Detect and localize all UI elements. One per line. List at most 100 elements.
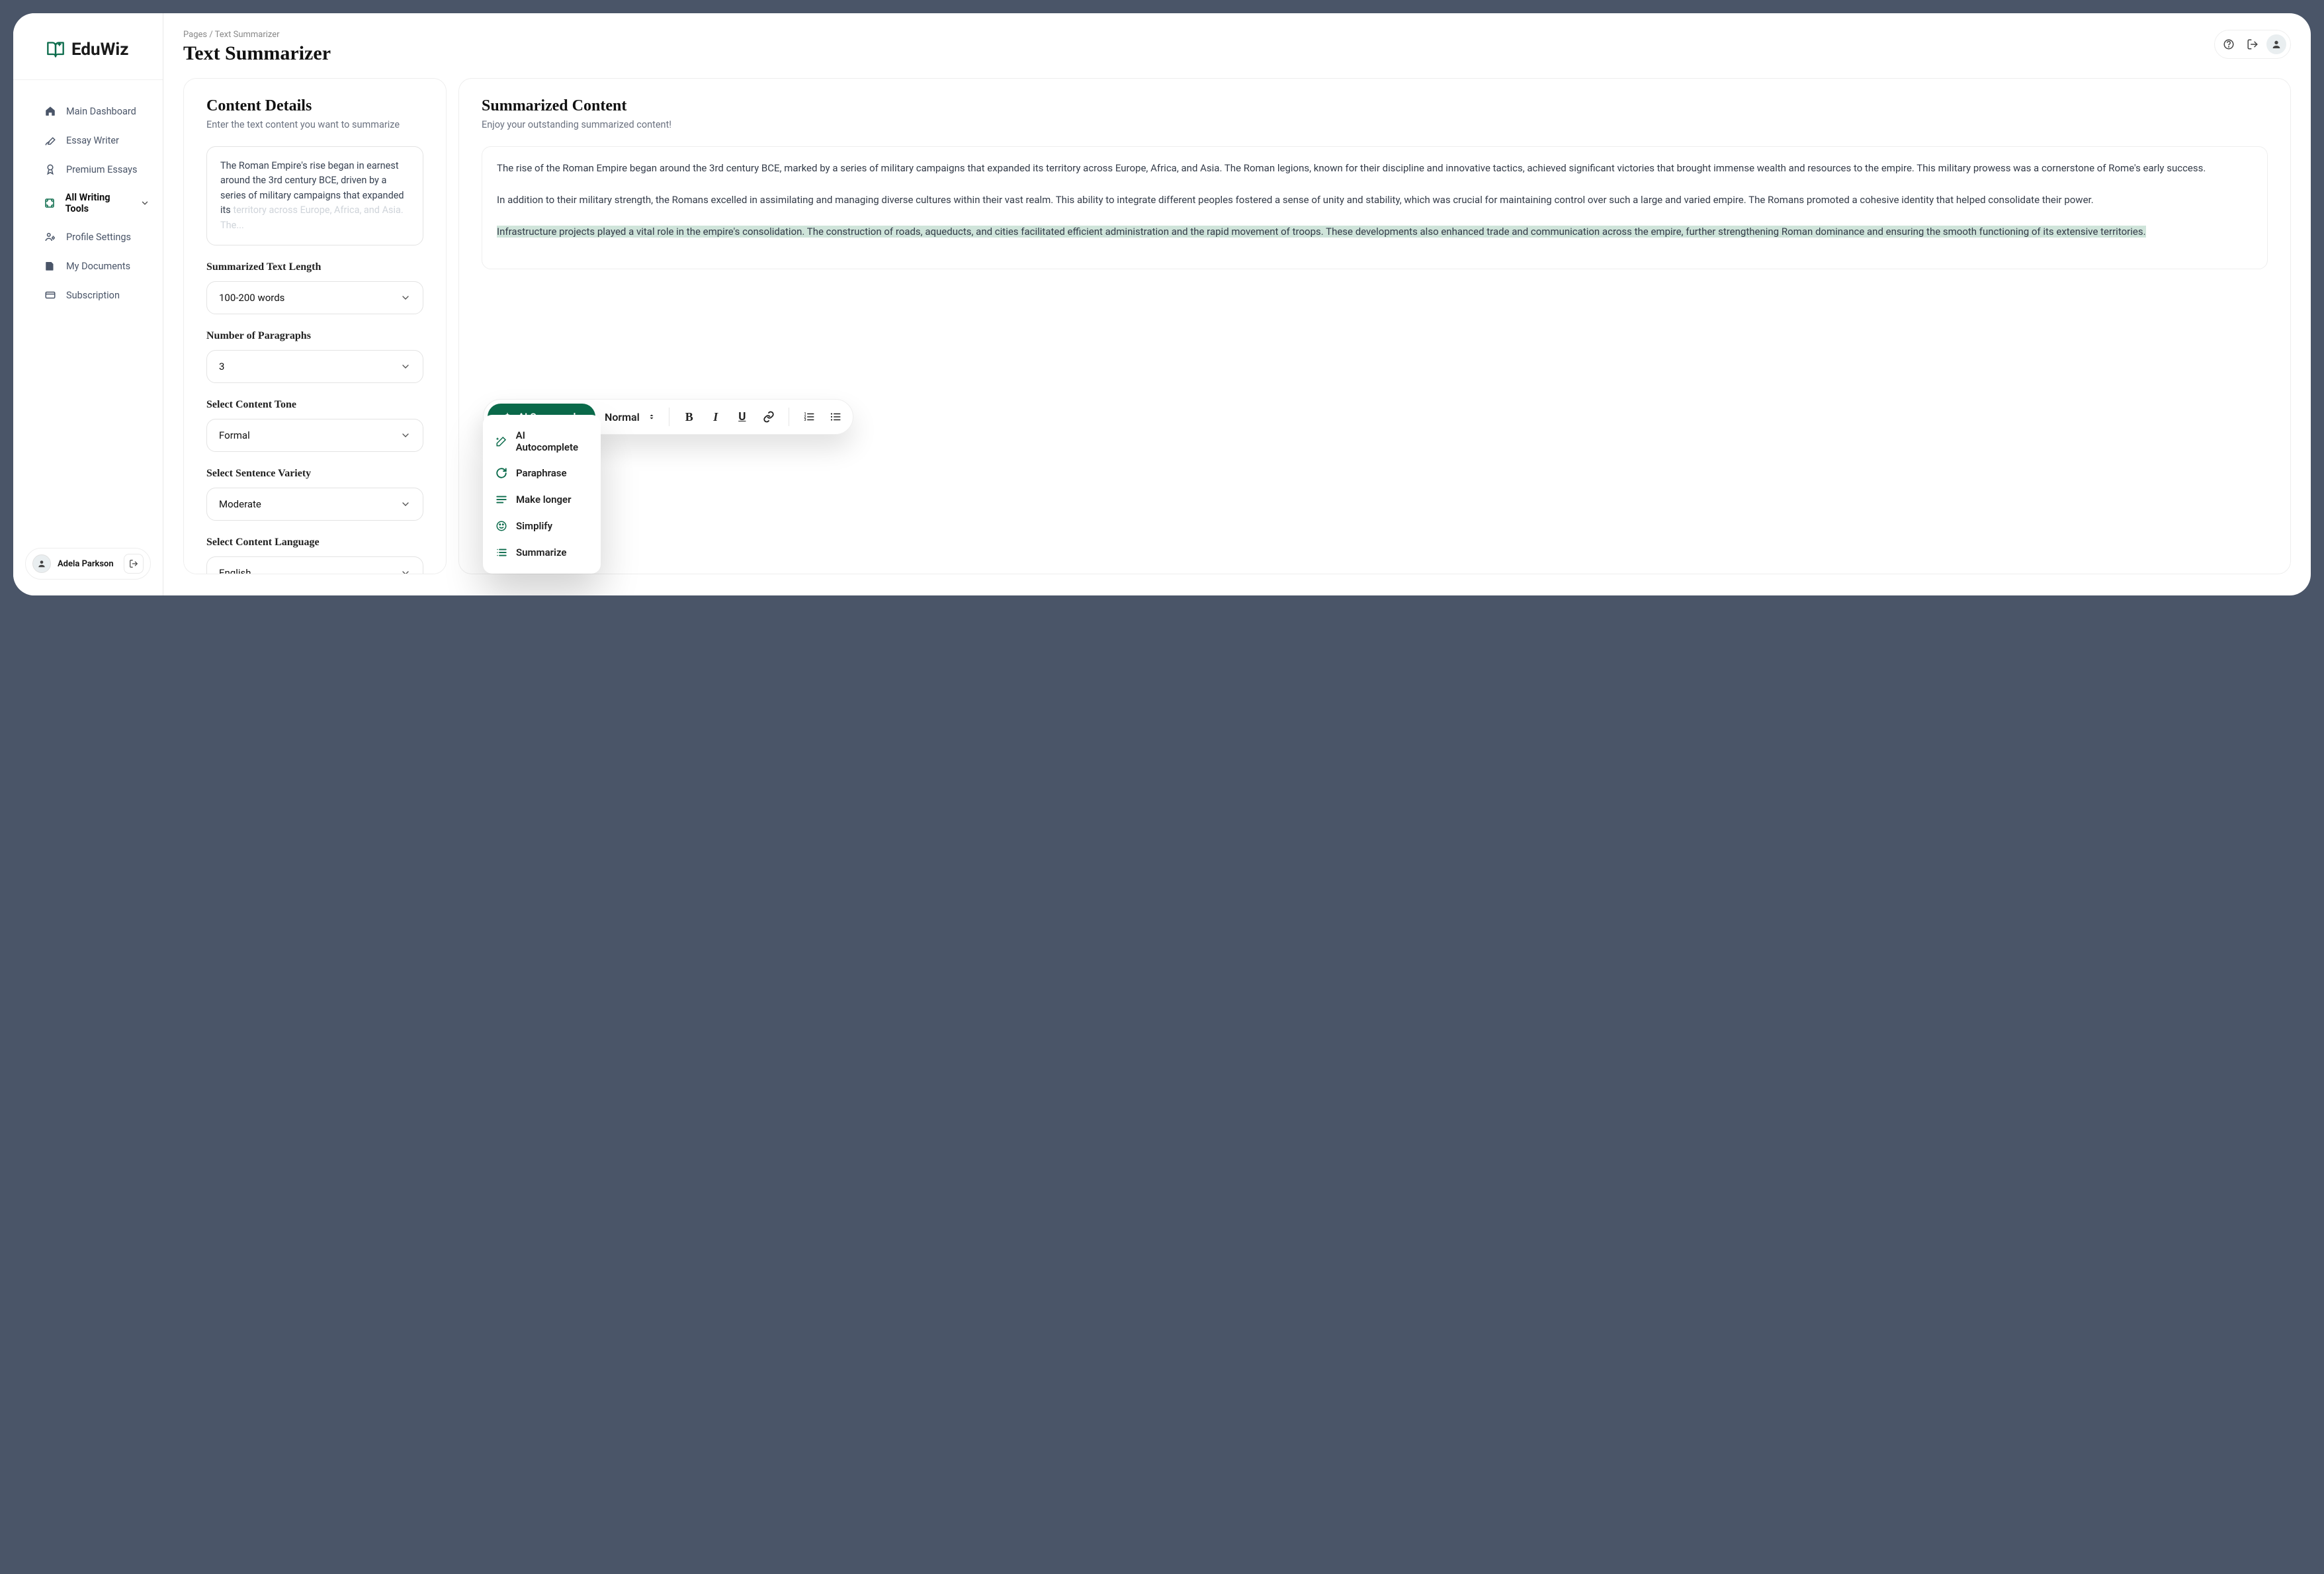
award-icon xyxy=(44,163,57,176)
length-value: 100-200 words xyxy=(219,292,284,304)
nav-label: My Documents xyxy=(66,261,130,272)
heading-select[interactable]: Normal xyxy=(601,411,660,423)
nav: Main Dashboard Essay Writer Premium Essa… xyxy=(13,80,163,548)
nav-label: Essay Writer xyxy=(66,135,119,146)
nav-item-premium-essays[interactable]: Premium Essays xyxy=(13,155,163,184)
exit-button[interactable] xyxy=(2243,34,2262,54)
summarized-content-card: Summarized Content Enjoy your outstandin… xyxy=(458,78,2291,574)
nav-label: All Writing Tools xyxy=(65,192,131,214)
content-details-subtitle: Enter the text content you want to summa… xyxy=(206,119,423,130)
nav-item-profile-settings[interactable]: Profile Settings xyxy=(13,222,163,251)
chevron-down-icon xyxy=(140,198,150,208)
user-name: Adela Parkson xyxy=(58,559,117,569)
highlighted-text: Infrastructure projects played a vital r… xyxy=(497,226,2146,238)
heading-value: Normal xyxy=(605,411,640,423)
tone-select[interactable]: Formal xyxy=(206,419,423,452)
variety-label: Select Sentence Variety xyxy=(206,468,423,480)
nav-item-my-documents[interactable]: My Documents xyxy=(13,251,163,281)
paragraphs-value: 3 xyxy=(219,361,224,372)
dropdown-label: Make longer xyxy=(516,494,572,505)
chevron-down-icon xyxy=(400,292,411,303)
chevron-down-icon xyxy=(400,568,411,574)
dropdown-item-summarize[interactable]: Summarize xyxy=(487,539,597,566)
wand-icon xyxy=(495,435,508,448)
nav-item-subscription[interactable]: Subscription xyxy=(13,281,163,310)
card-icon xyxy=(44,288,57,302)
documents-icon xyxy=(44,259,57,273)
dropdown-item-simplify[interactable]: Simplify xyxy=(487,513,597,539)
content-details-title: Content Details xyxy=(206,97,423,115)
nav-label: Premium Essays xyxy=(66,164,138,175)
sidebar: EduWiz Main Dashboard Essay Writer Premi… xyxy=(13,13,163,595)
length-select[interactable]: 100-200 words xyxy=(206,281,423,314)
source-text-fade: territory across Europe, Africa, and Asi… xyxy=(220,204,404,230)
language-label: Select Content Language xyxy=(206,537,423,548)
profile-avatar-button[interactable] xyxy=(2266,34,2286,54)
page-title: Text Summarizer xyxy=(183,42,331,65)
summarized-title: Summarized Content xyxy=(482,97,2268,115)
nav-item-essay-writer[interactable]: Essay Writer xyxy=(13,126,163,155)
list-icon xyxy=(495,546,508,559)
tone-value: Formal xyxy=(219,429,250,441)
nav-label: Main Dashboard xyxy=(66,106,136,117)
ordered-list-button[interactable]: 123 xyxy=(798,406,820,427)
dropdown-label: Paraphrase xyxy=(516,467,567,479)
brand-text: EduWiz xyxy=(71,40,128,60)
language-select[interactable]: English xyxy=(206,556,423,574)
columns: Content Details Enter the text content y… xyxy=(183,78,2291,574)
output-paragraph-3: Infrastructure projects played a vital r… xyxy=(497,224,2253,240)
link-button[interactable] xyxy=(758,406,779,427)
bold-button[interactable]: B xyxy=(679,406,700,427)
output-paragraph-1: The rise of the Roman Empire began aroun… xyxy=(497,160,2253,176)
nav-label: Profile Settings xyxy=(66,232,131,243)
nav-item-writing-tools[interactable]: All Writing Tools xyxy=(13,184,163,222)
brand: EduWiz xyxy=(13,13,163,80)
nav-item-dashboard[interactable]: Main Dashboard xyxy=(13,97,163,126)
paragraphs-select[interactable]: 3 xyxy=(206,350,423,383)
output-text[interactable]: The rise of the Roman Empire began aroun… xyxy=(482,146,2268,269)
output-paragraph-2: In addition to their military strength, … xyxy=(497,192,2253,208)
lines-icon xyxy=(495,493,508,506)
home-icon xyxy=(44,105,57,118)
content-details-card: Content Details Enter the text content y… xyxy=(183,78,447,574)
paragraphs-label: Number of Paragraphs xyxy=(206,330,423,342)
variety-select[interactable]: Moderate xyxy=(206,488,423,521)
language-value: English xyxy=(219,567,251,574)
tools-icon xyxy=(44,197,56,210)
dropdown-label: Simplify xyxy=(516,520,552,532)
variety-value: Moderate xyxy=(219,498,261,510)
summarized-subtitle: Enjoy your outstanding summarized conten… xyxy=(482,119,2268,130)
dropdown-label: AI Autocomplete xyxy=(516,429,589,453)
nav-label: Subscription xyxy=(66,290,120,301)
sidebar-user: Adela Parkson xyxy=(25,548,151,580)
user-avatar-icon xyxy=(32,554,51,573)
logout-button[interactable] xyxy=(124,554,144,574)
help-button[interactable] xyxy=(2219,34,2239,54)
app-window: EduWiz Main Dashboard Essay Writer Premi… xyxy=(13,13,2311,595)
profile-settings-icon xyxy=(44,230,57,243)
chevron-down-icon xyxy=(400,430,411,441)
dropdown-label: Summarize xyxy=(516,547,566,558)
dropdown-item-paraphrase[interactable]: Paraphrase xyxy=(487,460,597,486)
dropdown-item-make-longer[interactable]: Make longer xyxy=(487,486,597,513)
pen-icon xyxy=(44,134,57,147)
ai-commands-dropdown: AI Autocomplete Paraphrase Make longer S… xyxy=(483,415,601,574)
chevron-down-icon xyxy=(400,499,411,509)
italic-button[interactable]: I xyxy=(705,406,726,427)
chevron-down-icon xyxy=(400,361,411,372)
main-header: Pages / Text Summarizer Text Summarizer xyxy=(183,30,2291,65)
length-label: Summarized Text Length xyxy=(206,261,423,273)
refresh-icon xyxy=(495,466,508,480)
unordered-list-button[interactable] xyxy=(825,406,846,427)
svg-text:3: 3 xyxy=(804,418,806,422)
dropdown-item-autocomplete[interactable]: AI Autocomplete xyxy=(487,423,597,460)
brand-icon xyxy=(46,40,65,59)
underline-button[interactable]: U xyxy=(732,406,753,427)
header-actions xyxy=(2214,30,2291,59)
main: Pages / Text Summarizer Text Summarizer … xyxy=(163,13,2311,595)
sort-icon xyxy=(648,412,656,422)
smile-icon xyxy=(495,519,508,533)
tone-label: Select Content Tone xyxy=(206,399,423,411)
source-text-input[interactable]: The Roman Empire's rise began in earnest… xyxy=(206,146,423,245)
breadcrumb: Pages / Text Summarizer xyxy=(183,30,331,40)
